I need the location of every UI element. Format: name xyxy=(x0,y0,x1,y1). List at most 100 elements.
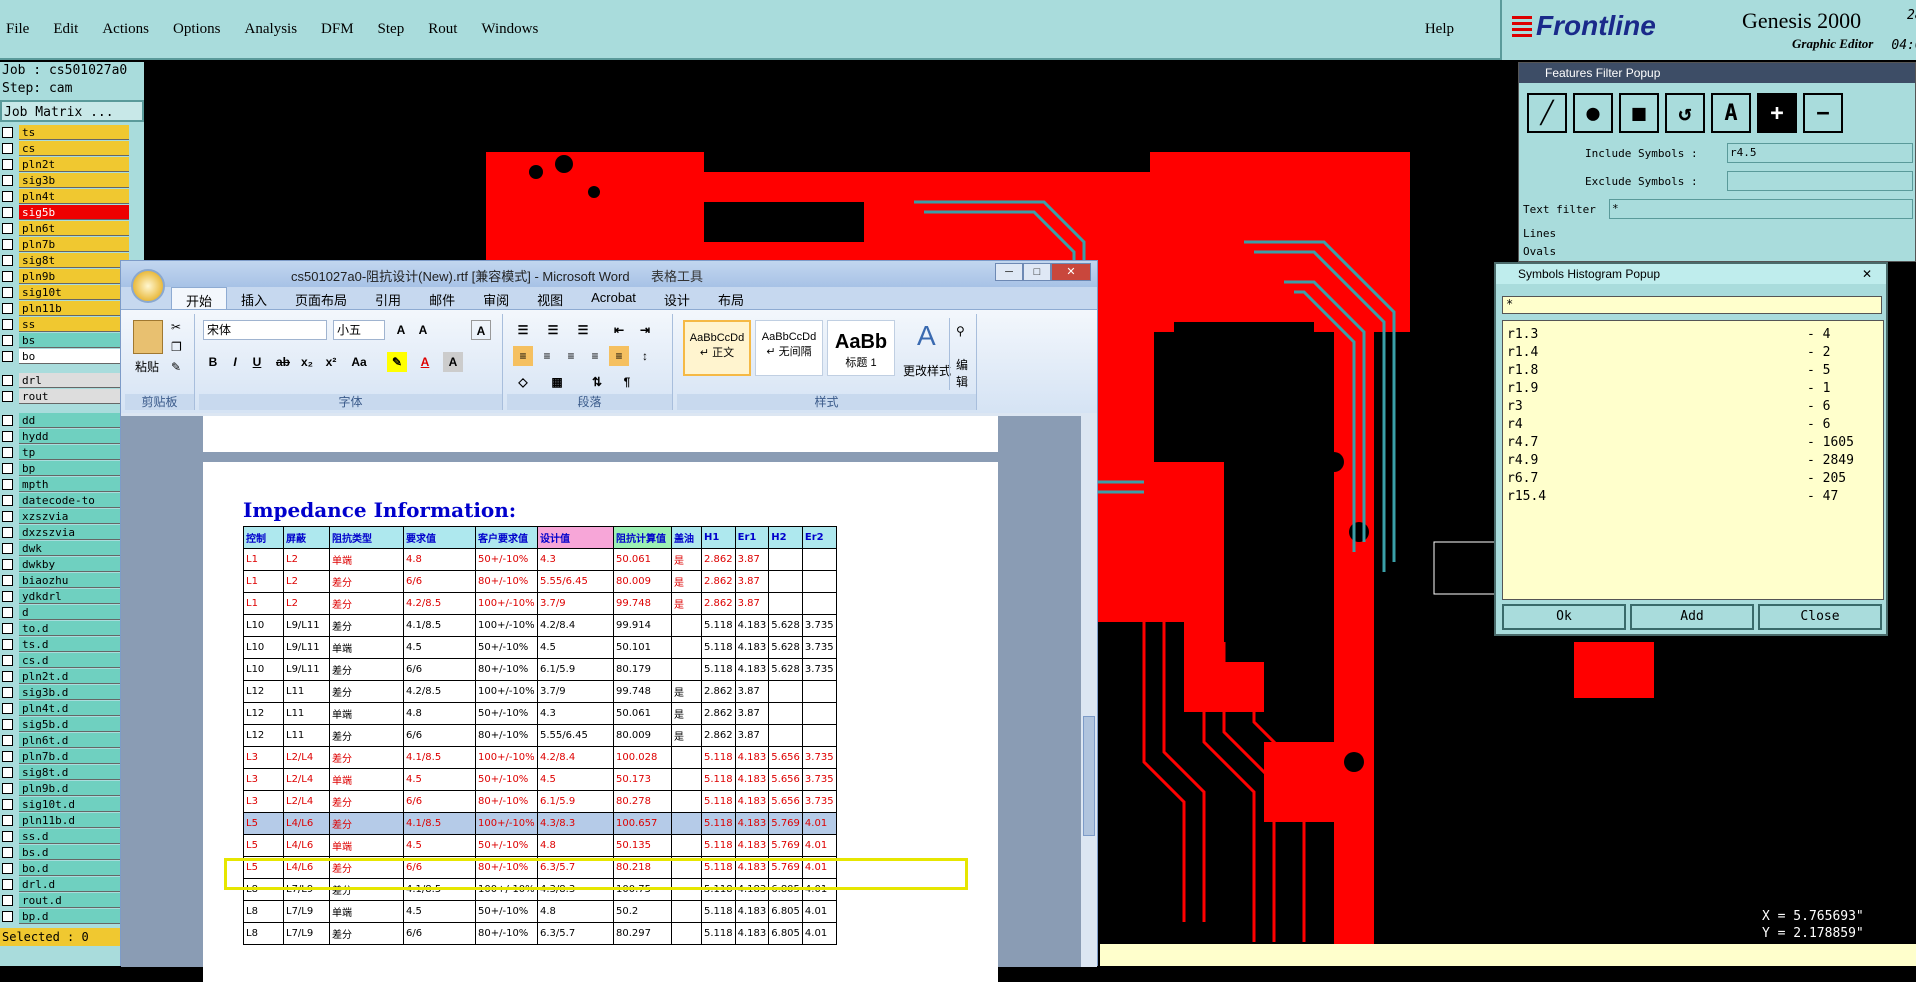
layer-checkbox[interactable] xyxy=(2,462,13,474)
sort-icon[interactable]: ⇅ xyxy=(587,372,607,392)
decrease-indent-icon[interactable]: ⇤ xyxy=(609,320,629,340)
layer-checkbox[interactable] xyxy=(2,558,13,570)
font-size-select[interactable]: 小五 xyxy=(333,320,385,340)
layer-checkbox[interactable] xyxy=(2,606,13,618)
subscript-icon[interactable]: x₂ xyxy=(297,352,317,372)
menu-step[interactable]: Step xyxy=(378,21,405,38)
layer-checkbox[interactable] xyxy=(2,590,13,602)
table-row[interactable]: L1 L2 差分 4.2/8.5 100+/-10% 3.7/9 99.748 是 2.862 3… xyxy=(243,592,837,615)
layer-checkbox[interactable] xyxy=(2,286,13,298)
surface-icon[interactable]: ■ xyxy=(1619,93,1659,133)
tab-5[interactable]: 审阅 xyxy=(469,287,523,309)
menu-help[interactable]: Help xyxy=(1425,21,1454,38)
layer-checkbox[interactable] xyxy=(2,374,13,386)
shading-icon[interactable]: ◇ xyxy=(513,372,533,392)
symbol-item[interactable]: r1.3 - 4 xyxy=(1507,327,1879,345)
job-matrix-button[interactable]: Job Matrix ... xyxy=(0,100,144,122)
layer-checkbox[interactable] xyxy=(2,254,13,266)
menu-options[interactable]: Options xyxy=(173,21,221,38)
table-row[interactable]: L5 L4/L6 单端 4.5 50+/-10% 4.8 50.135 5.118 4.183 5… xyxy=(243,834,837,857)
shrink-font-icon[interactable]: A xyxy=(413,320,433,340)
strikethrough-icon[interactable]: ab xyxy=(273,352,293,372)
layer-checkbox[interactable] xyxy=(2,390,13,402)
symbol-item[interactable]: r6.7 - 205 xyxy=(1507,471,1879,489)
tab-2[interactable]: 页面布局 xyxy=(281,287,361,309)
symbol-item[interactable]: r4 - 6 xyxy=(1507,417,1879,435)
layer-checkbox[interactable] xyxy=(2,846,13,858)
layer-checkbox[interactable] xyxy=(2,718,13,730)
include-symbols-input[interactable]: r4.5 xyxy=(1727,143,1913,163)
symbol-item[interactable]: r1.8 - 5 xyxy=(1507,363,1879,381)
layer-row[interactable]: sig3b xyxy=(0,172,144,188)
layer-checkbox[interactable] xyxy=(2,734,13,746)
align-center-icon[interactable]: ≡ xyxy=(537,346,557,366)
layer-checkbox[interactable] xyxy=(2,222,13,234)
close-icon[interactable]: ✕ xyxy=(1862,264,1872,284)
layer-checkbox[interactable] xyxy=(2,126,13,138)
align-right-icon[interactable]: ≡ xyxy=(561,346,581,366)
page-current[interactable]: Impedance Information: 控制 屏蔽 阻抗类型 要求值 客户要求值设… xyxy=(203,462,998,982)
increase-indent-icon[interactable]: ⇥ xyxy=(635,320,655,340)
minus-icon[interactable]: − xyxy=(1803,93,1843,133)
layer-row[interactable]: pln7b xyxy=(0,236,144,252)
ok-button[interactable]: Ok xyxy=(1502,604,1626,630)
table-row[interactable]: L12 L11 差分 6/6 80+/-10% 5.55/6.45 80.009 是 2.862… xyxy=(243,724,837,747)
paste-icon[interactable] xyxy=(133,320,163,354)
table-row[interactable]: L1 L2 单端 4.8 50+/-10% 4.3 50.061 是 2.862 3.87 xyxy=(243,548,837,571)
symbol-item[interactable]: r1.9 - 1 xyxy=(1507,381,1879,399)
arc-icon[interactable]: ↺ xyxy=(1665,93,1705,133)
layer-checkbox[interactable] xyxy=(2,206,13,218)
line-icon[interactable]: ╱ xyxy=(1527,93,1567,133)
layer-checkbox[interactable] xyxy=(2,638,13,650)
justify-icon[interactable]: ≡ xyxy=(585,346,605,366)
menu-rout[interactable]: Rout xyxy=(428,21,457,38)
table-row[interactable]: L10 L9/L11 单端 4.5 50+/-10% 4.5 50.101 5.118 4.18… xyxy=(243,636,837,659)
layer-row[interactable]: pln6t xyxy=(0,220,144,236)
tab-6[interactable]: 视图 xyxy=(523,287,577,309)
layer-checkbox[interactable] xyxy=(2,270,13,282)
menu-analysis[interactable]: Analysis xyxy=(245,21,298,38)
symbol-item[interactable]: r4.7 - 1605 xyxy=(1507,435,1879,453)
menu-windows[interactable]: Windows xyxy=(481,21,538,38)
borders-icon[interactable]: ▦ xyxy=(547,372,567,392)
table-row[interactable]: L8 L7/L9 单端 4.5 50+/-10% 4.8 50.2 5.118 4.183 6.8… xyxy=(243,900,837,923)
cut-icon[interactable]: ✂ xyxy=(171,320,181,334)
format-painter-icon[interactable]: ✎ xyxy=(171,360,181,374)
ovals-checkbox[interactable]: Ovals xyxy=(1523,241,1556,263)
layer-row[interactable]: ts xyxy=(0,124,144,140)
office-button[interactable] xyxy=(131,269,165,303)
symbol-item[interactable]: r1.4 - 2 xyxy=(1507,345,1879,363)
table-row[interactable]: L3 L2/L4 单端 4.5 50+/-10% 4.5 50.173 5.118 4.183 5… xyxy=(243,768,837,791)
add-button[interactable]: Add xyxy=(1630,604,1754,630)
layer-checkbox[interactable] xyxy=(2,686,13,698)
font-color-icon[interactable]: A xyxy=(415,352,435,372)
layer-checkbox[interactable] xyxy=(2,814,13,826)
layer-checkbox[interactable] xyxy=(2,238,13,250)
layer-checkbox[interactable] xyxy=(2,414,13,426)
style-0[interactable]: AaBbCcDd ↵ 正文 xyxy=(683,320,751,376)
layer-checkbox[interactable] xyxy=(2,350,13,362)
layer-checkbox[interactable] xyxy=(2,190,13,202)
text-filter-input[interactable]: * xyxy=(1609,199,1913,219)
layer-checkbox[interactable] xyxy=(2,654,13,666)
style-1[interactable]: AaBbCcDd ↵ 无间隔 xyxy=(755,320,823,376)
table-row[interactable]: L10 L9/L11 差分 4.1/8.5 100+/-10% 4.2/8.4 99.914… xyxy=(243,614,837,637)
italic-icon[interactable]: I xyxy=(225,352,245,372)
table-row[interactable]: L5 L4/L6 差分 4.1/8.5 100+/-10% 4.3/8.3 100.657 5… xyxy=(243,812,837,835)
layer-checkbox[interactable] xyxy=(2,830,13,842)
change-case-icon[interactable]: Aa xyxy=(349,352,369,372)
menu-edit[interactable]: Edit xyxy=(53,21,78,38)
numbering-icon[interactable]: ☰ xyxy=(543,320,563,340)
minimize-icon[interactable]: ─ xyxy=(995,263,1023,281)
menu-file[interactable]: File xyxy=(6,21,29,38)
layer-checkbox[interactable] xyxy=(2,750,13,762)
layer-checkbox[interactable] xyxy=(2,494,13,506)
layer-checkbox[interactable] xyxy=(2,798,13,810)
font-name-select[interactable]: 宋体 xyxy=(203,320,327,340)
underline-icon[interactable]: U xyxy=(247,352,267,372)
layer-checkbox[interactable] xyxy=(2,702,13,714)
table-row[interactable]: L10 L9/L11 差分 6/6 80+/-10% 6.1/5.9 80.179 5.118… xyxy=(243,658,837,681)
tab-1[interactable]: 插入 xyxy=(227,287,281,309)
tab-9[interactable]: 布局 xyxy=(704,287,758,309)
symbol-item[interactable]: r15.4 - 47 xyxy=(1507,489,1879,507)
